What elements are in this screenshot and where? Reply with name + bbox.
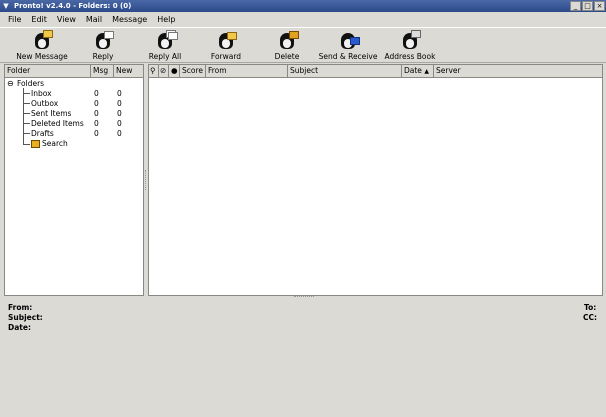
folder-new-count: 0 [117,109,122,118]
menu-view[interactable]: View [52,15,81,24]
new-message-label: New Message [16,52,68,61]
search-folder-icon [31,140,40,148]
folder-new-count: 0 [117,119,122,128]
reply-all-icon [154,29,178,51]
folder-new-count: 0 [117,99,122,108]
window-menu-icon[interactable]: ▼ [0,0,12,12]
send-receive-button[interactable]: Send & Receive [318,29,378,63]
reply-all-label: Reply All [148,52,182,61]
msg-column-header[interactable]: Msg [91,65,114,78]
folder-new-count: 0 [117,129,122,138]
address-book-label: Address Book [384,52,436,61]
reply-icon [92,29,114,51]
address-book-button[interactable]: Address Book [383,29,437,63]
folder-row-search[interactable]: Search [5,139,141,149]
new-message-button[interactable]: New Message [14,29,70,63]
message-list-pane: ⚲ ⊘ ● Score From Subject Date ▲ Server [148,64,603,296]
status-dot-icon: ● [171,66,178,75]
forward-icon [215,29,237,51]
folder-msg-count: 0 [94,89,99,98]
window-title: Pronto! v2.4.0 - Folders: 0 (0) [14,2,132,10]
address-book-icon [399,29,421,51]
reply-label: Reply [92,52,114,61]
delete-button[interactable]: Delete [270,29,304,63]
sort-ascending-icon: ▲ [424,68,429,75]
folder-row-drafts[interactable]: Drafts 0 0 [5,129,141,139]
preview-to-label: To: [584,303,597,312]
title-bar: ▼ Pronto! v2.4.0 - Folders: 0 (0) _ □ × [0,0,606,12]
expand-icon[interactable]: ⊖ [7,79,14,89]
attachment-column-header[interactable]: ⊘ [159,65,169,78]
folder-row-outbox[interactable]: Outbox 0 0 [5,99,141,109]
folder-row-sent-items[interactable]: Sent Items 0 0 [5,109,141,119]
folder-pane: Folder Msg New ⊖ Folders Inbox 0 0 Outbo… [4,64,144,296]
server-column-header[interactable]: Server [434,65,602,78]
folder-row-deleted-items[interactable]: Deleted Items 0 0 [5,119,141,129]
preview-date-label: Date: [8,323,31,332]
from-column-header[interactable]: From [206,65,288,78]
folder-column-header[interactable]: Folder [5,65,91,78]
maximize-button[interactable]: □ [582,1,593,11]
attachment-icon: ⊘ [160,66,167,75]
folder-msg-count: 0 [94,119,99,128]
menu-file[interactable]: File [3,15,26,24]
flag-icon: ⚲ [150,66,156,75]
send-receive-label: Send & Receive [318,52,378,61]
menu-help[interactable]: Help [152,15,180,24]
folder-name: Inbox [31,89,52,98]
folder-root-row[interactable]: ⊖ Folders [7,79,143,89]
delete-label: Delete [274,52,300,61]
preview-cc-label: CC: [583,313,598,322]
vertical-splitter[interactable] [145,170,147,190]
folder-name: Outbox [31,99,59,108]
reply-all-button[interactable]: Reply All [146,29,184,63]
menu-message[interactable]: Message [107,15,152,24]
reply-button[interactable]: Reply [86,29,120,63]
message-preview: From: Subject: Date: To: CC: [3,298,603,414]
preview-subject-label: Subject: [8,313,43,322]
status-column-header[interactable]: ● [169,65,180,78]
folder-name: Search [42,139,68,148]
menu-bar: File Edit View Mail Message Help [0,12,606,27]
send-receive-icon [337,29,360,51]
minimize-button[interactable]: _ [570,1,581,11]
folder-row-inbox[interactable]: Inbox 0 0 [5,89,141,99]
menu-mail[interactable]: Mail [81,15,107,24]
flag-column-header[interactable]: ⚲ [149,65,159,78]
close-button[interactable]: × [594,1,605,11]
folder-root-label: Folders [17,79,45,88]
forward-label: Forward [210,52,242,61]
delete-icon [276,29,299,51]
folder-new-count: 0 [117,89,122,98]
preview-from-label: From: [8,303,33,312]
new-column-label: New [116,66,133,75]
score-column-header[interactable]: Score [180,65,206,78]
new-message-icon [31,29,53,51]
forward-button[interactable]: Forward [208,29,244,63]
toolbar: New Message Reply Reply All Forward Dele… [0,27,606,63]
folder-name: Deleted Items [31,119,84,128]
new-column-header[interactable]: New [114,65,143,78]
folder-msg-count: 0 [94,129,99,138]
date-column-header[interactable]: Date ▲ [402,65,434,78]
date-column-label: Date [404,66,422,75]
subject-column-header[interactable]: Subject [288,65,402,78]
folder-name: Sent Items [31,109,72,118]
folder-msg-count: 0 [94,109,99,118]
folder-name: Drafts [31,129,54,138]
menu-edit[interactable]: Edit [26,15,52,24]
folder-msg-count: 0 [94,99,99,108]
